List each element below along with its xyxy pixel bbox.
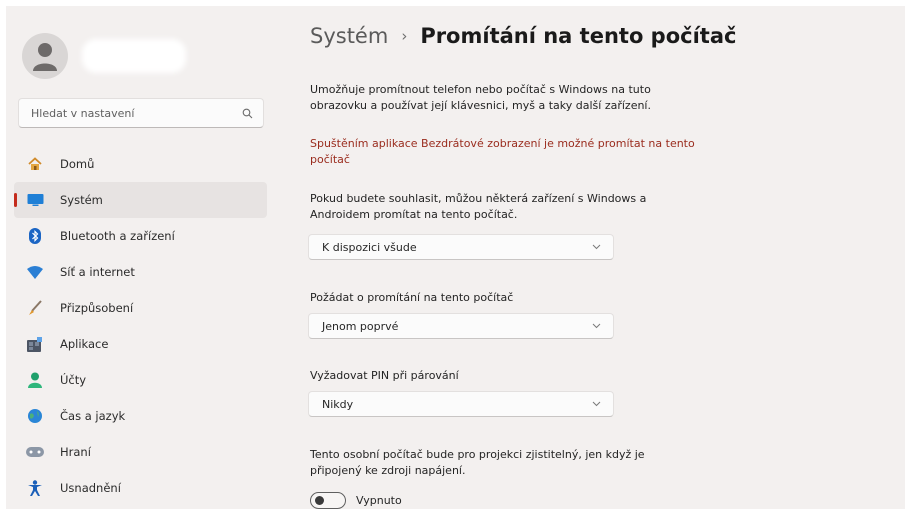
- sidebar-item-system[interactable]: Systém: [14, 182, 267, 218]
- page-description: Umožňuje promítnout telefon nebo počítač…: [310, 82, 651, 114]
- wifi-icon: [26, 263, 44, 281]
- monitor-icon: [26, 191, 44, 209]
- power-toggle-label: Vypnuto: [356, 494, 402, 507]
- power-toggle[interactable]: [310, 492, 346, 509]
- sidebar-item-label: Domů: [60, 157, 95, 171]
- bluetooth-icon: [26, 227, 44, 245]
- sidebar-item-label: Bluetooth a zařízení: [60, 229, 175, 243]
- toggle-knob: [315, 496, 324, 505]
- account-icon: [26, 371, 44, 389]
- sidebar-item-accessibility[interactable]: Usnadnění: [14, 470, 267, 506]
- sidebar-item-personalization[interactable]: Přizpůsobení: [14, 290, 267, 326]
- person-icon: [33, 43, 57, 71]
- search-input[interactable]: Hledat v nastavení: [18, 98, 264, 128]
- chevron-down-icon: [592, 401, 601, 407]
- availability-label-line: Androidem promítat na tento počítač.: [310, 208, 518, 221]
- warning-line: Spuštěním aplikace Bezdrátové zobrazení …: [310, 137, 695, 150]
- wireless-display-warning: Spuštěním aplikace Bezdrátové zobrazení …: [310, 136, 695, 168]
- sidebar-item-label: Čas a jazyk: [60, 409, 126, 423]
- pin-value: Nikdy: [322, 397, 354, 411]
- sidebar-item-label: Usnadnění: [60, 481, 121, 495]
- availability-value: K dispozici všude: [322, 240, 417, 254]
- sidebar-item-label: Hraní: [60, 445, 91, 459]
- description-line: obrazovku a používat její klávesnici, my…: [310, 99, 651, 112]
- gamepad-icon: [26, 443, 44, 461]
- warning-line: počítač: [310, 153, 350, 166]
- sidebar-item-label: Přizpůsobení: [60, 301, 134, 315]
- sidebar-item-network[interactable]: Síť a internet: [14, 254, 267, 290]
- sidebar: Hledat v nastavení Domů Systém Bluetooth…: [6, 6, 268, 509]
- description-line: Umožňuje promítnout telefon nebo počítač…: [310, 83, 651, 96]
- avatar: [22, 33, 68, 79]
- search-placeholder: Hledat v nastavení: [31, 106, 135, 120]
- power-label-line: Tento osobní počítač bude pro projekci z…: [310, 448, 645, 461]
- power-label-line: připojený ke zdroji napájení.: [310, 464, 466, 477]
- ask-dropdown[interactable]: Jenom poprvé: [308, 313, 614, 339]
- sidebar-item-label: Účty: [60, 373, 87, 387]
- user-profile[interactable]: [22, 24, 186, 88]
- ask-value: Jenom poprvé: [322, 319, 399, 333]
- availability-dropdown[interactable]: K dispozici všude: [308, 234, 614, 260]
- sidebar-item-apps[interactable]: Aplikace: [14, 326, 267, 362]
- main-content: Systém › Promítání na tento počítač Umož…: [302, 6, 902, 509]
- sidebar-item-label: Síť a internet: [60, 265, 135, 279]
- sidebar-item-gaming[interactable]: Hraní: [14, 434, 267, 470]
- accessibility-icon: [26, 479, 44, 497]
- power-label: Tento osobní počítač bude pro projekci z…: [310, 447, 645, 479]
- brush-icon: [26, 299, 44, 317]
- sidebar-nav: Domů Systém Bluetooth a zařízení Síť a i…: [6, 146, 268, 506]
- home-icon: [26, 155, 44, 173]
- pin-label: Vyžadovat PIN při párování: [310, 369, 459, 382]
- sidebar-item-home[interactable]: Domů: [14, 146, 267, 182]
- breadcrumb-parent[interactable]: Systém: [310, 24, 388, 48]
- chevron-down-icon: [592, 323, 601, 329]
- breadcrumb: Systém › Promítání na tento počítač: [310, 24, 736, 48]
- page-title: Promítání na tento počítač: [420, 24, 737, 48]
- sidebar-item-label: Systém: [60, 193, 103, 207]
- breadcrumb-separator: ›: [401, 27, 408, 45]
- user-name-redacted: [82, 39, 186, 73]
- sidebar-item-accounts[interactable]: Účty: [14, 362, 267, 398]
- power-toggle-row: Vypnuto: [310, 492, 402, 509]
- search-icon: [242, 108, 253, 118]
- chevron-down-icon: [592, 244, 601, 250]
- availability-label-line: Pokud budete souhlasit, můžou některá za…: [310, 192, 647, 205]
- ask-label: Požádat o promítání na tento počítač: [310, 291, 514, 304]
- sidebar-item-bluetooth[interactable]: Bluetooth a zařízení: [14, 218, 267, 254]
- sidebar-item-time-language[interactable]: Čas a jazyk: [14, 398, 267, 434]
- pin-dropdown[interactable]: Nikdy: [308, 391, 614, 417]
- settings-window: Hledat v nastavení Domů Systém Bluetooth…: [6, 6, 905, 509]
- apps-icon: [26, 335, 44, 353]
- globe-clock-icon: [26, 407, 44, 425]
- availability-label: Pokud budete souhlasit, můžou některá za…: [310, 191, 646, 223]
- sidebar-item-label: Aplikace: [60, 337, 109, 351]
